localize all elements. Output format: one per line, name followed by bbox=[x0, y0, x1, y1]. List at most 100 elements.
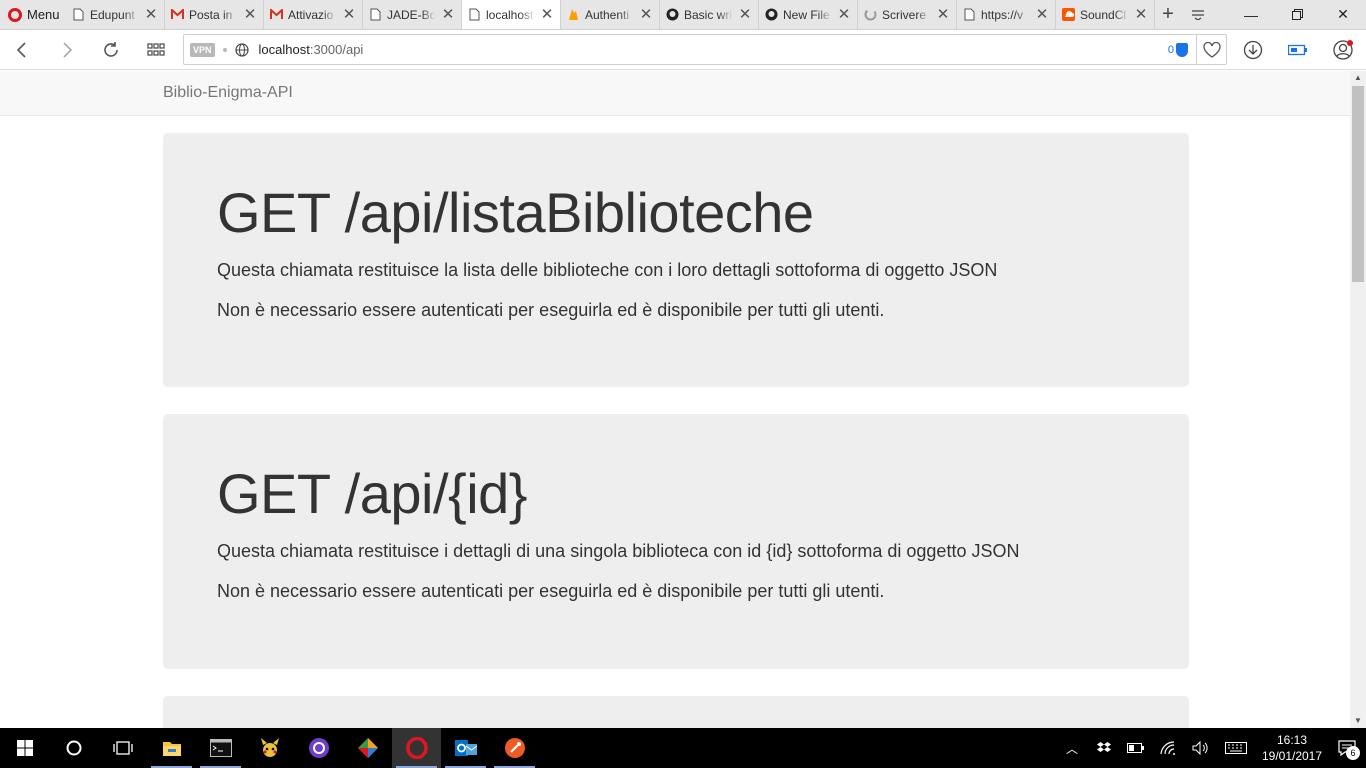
gitkraken-icon bbox=[357, 738, 378, 758]
document-icon bbox=[963, 8, 976, 21]
page-viewport: Biblio-Enigma-API GET /api/listaBibliote… bbox=[0, 71, 1350, 728]
close-icon[interactable]: ✕ bbox=[936, 7, 950, 22]
scroll-up-arrow-icon[interactable]: ▲ bbox=[1350, 71, 1366, 85]
document-icon bbox=[468, 8, 481, 21]
tray-keyboard[interactable] bbox=[1216, 728, 1256, 768]
restore-icon bbox=[1291, 9, 1303, 20]
github-desktop-icon bbox=[308, 738, 329, 758]
close-icon[interactable]: ✕ bbox=[639, 7, 653, 22]
page-scrollbar[interactable]: ▲ ▼ bbox=[1350, 71, 1366, 728]
opera-icon bbox=[405, 737, 428, 759]
close-window-button[interactable]: ✕ bbox=[1320, 0, 1366, 29]
close-icon[interactable]: ✕ bbox=[540, 7, 554, 22]
tab-soundcloud[interactable]: SoundCl ✕ bbox=[1056, 0, 1155, 29]
battery-icon bbox=[1288, 44, 1307, 56]
tray-battery[interactable] bbox=[1120, 728, 1152, 768]
tab-authentication[interactable]: Authenti ✕ bbox=[561, 0, 660, 29]
minimize-button[interactable]: — bbox=[1228, 0, 1274, 29]
speed-dial-button[interactable] bbox=[134, 30, 178, 70]
close-icon[interactable]: ✕ bbox=[1134, 7, 1148, 22]
close-icon[interactable]: ✕ bbox=[342, 7, 356, 22]
cortana-button[interactable] bbox=[49, 728, 98, 768]
close-icon[interactable]: ✕ bbox=[441, 7, 455, 22]
endpoint-card: GET /api/{id} Questa chiamata restituisc… bbox=[163, 414, 1189, 669]
close-icon[interactable]: ✕ bbox=[1035, 7, 1049, 22]
tab-attivazione[interactable]: Attivazio ✕ bbox=[264, 0, 363, 29]
document-icon bbox=[369, 8, 382, 21]
taskbar-opera[interactable] bbox=[392, 728, 441, 768]
adblock-shield-icon[interactable] bbox=[1176, 42, 1188, 57]
taskbar-postman[interactable] bbox=[490, 728, 539, 768]
reload-button[interactable] bbox=[89, 30, 133, 70]
tray-volume[interactable] bbox=[1184, 728, 1216, 768]
document-icon bbox=[72, 8, 85, 21]
tab-menu-icon bbox=[1192, 9, 1204, 20]
scroll-down-arrow-icon[interactable]: ▼ bbox=[1350, 714, 1366, 728]
tray-overflow-button[interactable]: ︿ bbox=[1056, 728, 1088, 768]
globe-icon[interactable] bbox=[234, 42, 249, 57]
soundcloud-icon bbox=[1062, 8, 1075, 21]
endpoint-card: GET /api/listaBiblioteche Questa chiamat… bbox=[163, 133, 1189, 387]
forward-button[interactable] bbox=[45, 30, 89, 70]
notification-count-badge: 6 bbox=[1346, 746, 1360, 760]
loading-icon bbox=[864, 8, 877, 21]
tab-posta[interactable]: Posta in ✕ bbox=[165, 0, 264, 29]
tab-edupunt[interactable]: Edupunt ✕ bbox=[66, 0, 165, 29]
vpn-badge[interactable]: VPN bbox=[190, 42, 215, 57]
reload-icon bbox=[104, 41, 118, 57]
tab-localhost[interactable]: localhost ✕ bbox=[462, 0, 561, 29]
url-text[interactable]: localhost:3000/api bbox=[259, 42, 364, 57]
task-view-button[interactable] bbox=[98, 728, 147, 768]
minimize-icon: — bbox=[1244, 6, 1258, 23]
tab-scrivere[interactable]: Scrivere ✕ bbox=[858, 0, 957, 29]
tab-https[interactable]: https://v ✕ bbox=[957, 0, 1056, 29]
wifi-icon bbox=[1160, 741, 1175, 755]
system-clock[interactable]: 16:13 19/01/2017 bbox=[1256, 732, 1328, 764]
battery-saver-button[interactable] bbox=[1278, 30, 1318, 70]
tab-basic-writing[interactable]: Basic wri ✕ bbox=[660, 0, 759, 29]
tab-new-file[interactable]: New File ✕ bbox=[759, 0, 858, 29]
close-icon[interactable]: ✕ bbox=[738, 7, 752, 22]
taskbar-pokemon-app[interactable] bbox=[245, 728, 294, 768]
close-icon[interactable]: ✕ bbox=[144, 7, 158, 22]
taskbar-terminal[interactable] bbox=[196, 728, 245, 768]
endpoint-note: Non è necessario essere autenticati per … bbox=[217, 300, 885, 320]
menu-label: Menu bbox=[27, 7, 60, 22]
start-button[interactable] bbox=[0, 728, 49, 768]
close-icon: ✕ bbox=[1337, 6, 1349, 22]
taskbar-outlook[interactable] bbox=[441, 728, 490, 768]
site-brand-link[interactable]: Biblio-Enigma-API bbox=[163, 84, 293, 102]
battery-icon bbox=[1127, 743, 1144, 753]
tab-jade[interactable]: JADE-Bo ✕ bbox=[363, 0, 462, 29]
downloads-button[interactable] bbox=[1233, 30, 1273, 70]
plus-icon: + bbox=[1162, 3, 1174, 25]
browser-tab-strip: Menu Edupunt ✕ Posta in ✕ Attivazio ✕ JA… bbox=[0, 0, 1366, 30]
action-center-button[interactable]: 6 bbox=[1328, 728, 1366, 768]
account-button[interactable] bbox=[1323, 30, 1363, 70]
tray-dropbox[interactable] bbox=[1088, 728, 1120, 768]
restore-button[interactable] bbox=[1274, 0, 1320, 29]
browser-toolbar: VPN localhost:3000/api 0 bbox=[0, 30, 1366, 70]
address-bar[interactable]: VPN localhost:3000/api 0 bbox=[183, 34, 1227, 65]
firebase-icon bbox=[567, 8, 580, 21]
pokemon-icon bbox=[260, 738, 279, 757]
taskbar-file-explorer[interactable] bbox=[147, 728, 196, 768]
endpoint-description: Questa chiamata restituisce la lista del… bbox=[217, 260, 998, 280]
arrow-left-icon bbox=[16, 41, 26, 58]
account-icon bbox=[1333, 40, 1353, 60]
close-icon[interactable]: ✕ bbox=[243, 7, 257, 22]
close-icon[interactable]: ✕ bbox=[837, 7, 851, 22]
bookmark-button[interactable] bbox=[1196, 35, 1226, 64]
taskbar-github-desktop[interactable] bbox=[294, 728, 343, 768]
opera-menu-button[interactable]: Menu bbox=[0, 0, 66, 29]
back-button[interactable] bbox=[0, 30, 44, 70]
tray-wifi[interactable] bbox=[1152, 728, 1184, 768]
new-tab-button[interactable]: + bbox=[1155, 0, 1181, 29]
taskbar-gitkraken[interactable] bbox=[343, 728, 392, 768]
grid-icon bbox=[147, 42, 165, 56]
opera-logo-icon bbox=[8, 7, 22, 22]
scrollbar-thumb[interactable] bbox=[1352, 86, 1364, 282]
system-tray: ︿ 16:13 19/01/2017 6 bbox=[1056, 728, 1366, 768]
tab-menu-button[interactable] bbox=[1181, 0, 1215, 29]
clock-time: 16:13 bbox=[1276, 733, 1308, 747]
